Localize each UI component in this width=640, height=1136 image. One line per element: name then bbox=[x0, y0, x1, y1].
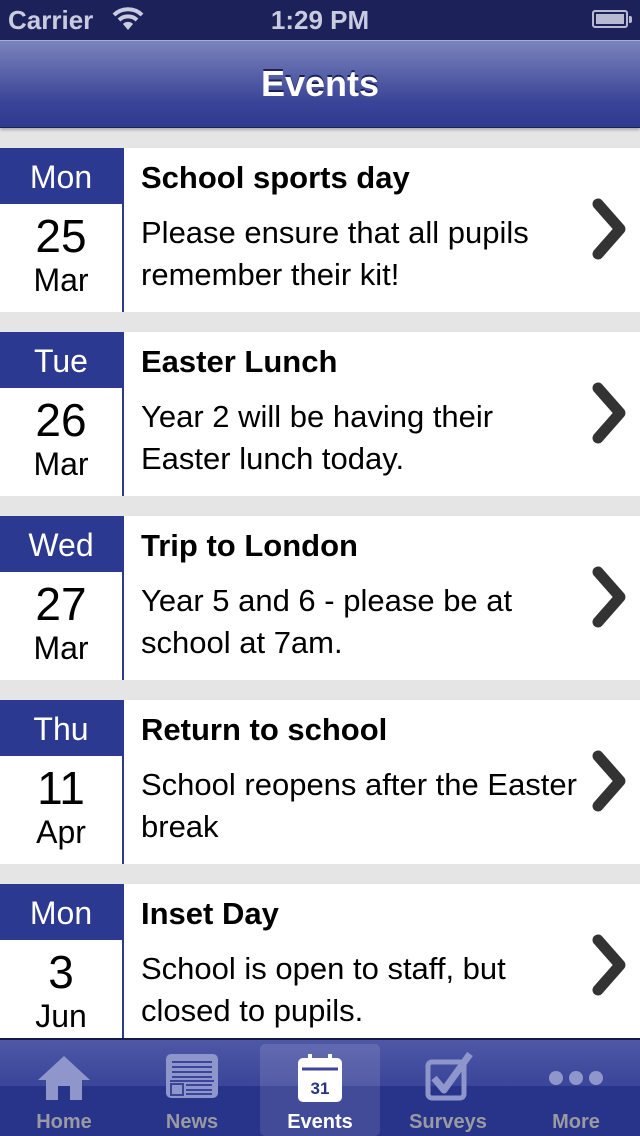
event-date: Mon 3 Jun bbox=[0, 884, 124, 1038]
event-description: Year 2 will be having their Easter lunch… bbox=[141, 399, 494, 476]
event-title: School sports day bbox=[141, 160, 410, 195]
event-description: Year 5 and 6 - please be at school at 7a… bbox=[141, 583, 513, 660]
chevron-right-icon[interactable] bbox=[590, 932, 630, 998]
tab-bar: Home News 31 Events Surveys More bbox=[0, 1038, 640, 1136]
event-day: 3 bbox=[48, 946, 74, 998]
event-month: Mar bbox=[33, 630, 89, 666]
event-date: Tue 26 Mar bbox=[0, 332, 124, 496]
event-day: 25 bbox=[35, 210, 87, 262]
tab-home[interactable]: Home bbox=[4, 1044, 124, 1136]
event-title: Easter Lunch bbox=[141, 344, 338, 379]
event-month: Apr bbox=[36, 814, 86, 850]
event-description: School reopens after the Easter break bbox=[141, 767, 577, 844]
tab-label: Surveys bbox=[409, 1111, 487, 1133]
tab-label: Events bbox=[287, 1111, 353, 1133]
event-title: Inset Day bbox=[141, 896, 279, 931]
tab-more[interactable]: More bbox=[516, 1044, 636, 1136]
event-day: 26 bbox=[35, 394, 87, 446]
event-weekday: Mon bbox=[0, 148, 122, 204]
event-row[interactable]: Mon 25 Mar School sports day Please ensu… bbox=[0, 148, 640, 312]
navigation-bar: Events bbox=[0, 40, 640, 128]
calendar-icon-day: 31 bbox=[311, 1079, 330, 1098]
battery-icon bbox=[592, 10, 632, 28]
event-title: Return to school bbox=[141, 712, 388, 747]
tab-label: News bbox=[165, 1111, 219, 1133]
calendar-icon: 31 bbox=[298, 1054, 342, 1102]
status-bar: Carrier 1:29 PM bbox=[0, 0, 640, 40]
tab-label: More bbox=[552, 1111, 600, 1133]
event-weekday: Mon bbox=[0, 884, 122, 940]
event-row[interactable]: Mon 3 Jun Inset Day School is open to st… bbox=[0, 884, 640, 1038]
newspaper-icon bbox=[166, 1054, 218, 1098]
event-month: Mar bbox=[33, 262, 89, 298]
event-day: 11 bbox=[37, 762, 85, 814]
event-row[interactable]: Tue 26 Mar Easter Lunch Year 2 will be h… bbox=[0, 332, 640, 496]
tab-events[interactable]: 31 Events bbox=[260, 1044, 380, 1136]
tab-surveys[interactable]: Surveys bbox=[388, 1044, 508, 1136]
tab-news[interactable]: News bbox=[132, 1044, 252, 1136]
event-weekday: Thu bbox=[0, 700, 122, 756]
event-description: School is open to staff, but closed to p… bbox=[141, 951, 506, 1028]
checkbox-icon bbox=[425, 1052, 473, 1101]
events-list[interactable]: Mon 25 Mar School sports day Please ensu… bbox=[0, 148, 640, 1038]
clock: 1:29 PM bbox=[270, 5, 370, 35]
chevron-right-icon[interactable] bbox=[590, 196, 630, 262]
page-title: Events bbox=[260, 63, 380, 104]
chevron-right-icon[interactable] bbox=[590, 564, 630, 630]
event-weekday: Wed bbox=[0, 516, 122, 572]
event-month: Jun bbox=[35, 998, 87, 1034]
home-icon bbox=[38, 1056, 90, 1100]
event-day: 27 bbox=[35, 578, 87, 630]
event-title: Trip to London bbox=[141, 528, 358, 563]
event-month: Mar bbox=[33, 446, 89, 482]
event-description: Please ensure that all pupils remember t… bbox=[141, 215, 529, 292]
event-date: Thu 11 Apr bbox=[0, 700, 124, 864]
tab-label: Home bbox=[36, 1111, 92, 1133]
event-date: Wed 27 Mar bbox=[0, 516, 124, 680]
chevron-right-icon[interactable] bbox=[590, 380, 630, 446]
event-row[interactable]: Thu 11 Apr Return to school School reope… bbox=[0, 700, 640, 864]
more-icon bbox=[549, 1071, 603, 1085]
chevron-right-icon[interactable] bbox=[590, 748, 630, 814]
event-date: Mon 25 Mar bbox=[0, 148, 124, 312]
event-weekday: Tue bbox=[0, 332, 122, 388]
event-row[interactable]: Wed 27 Mar Trip to London Year 5 and 6 -… bbox=[0, 516, 640, 680]
